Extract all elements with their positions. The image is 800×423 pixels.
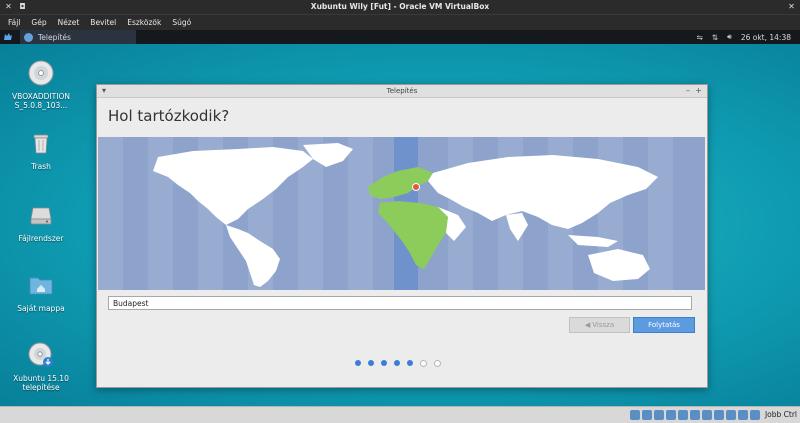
- host-key-icon[interactable]: [750, 410, 760, 420]
- menu-help[interactable]: Súgó: [172, 18, 191, 27]
- home-folder-icon: [29, 277, 53, 295]
- updown-icon[interactable]: ⇅: [712, 33, 718, 42]
- menu-devices[interactable]: Eszközök: [127, 18, 161, 27]
- desktop-icon-label: VBOXADDITIONS_5.0.8_103...: [12, 92, 70, 110]
- shared-folders-icon[interactable]: [690, 410, 700, 420]
- continent-africa: [378, 201, 448, 269]
- city-marker-icon: [412, 183, 420, 191]
- arrow-left-icon: ◀: [584, 321, 591, 329]
- drive-icon: [30, 207, 52, 225]
- close-icon[interactable]: ✕: [787, 2, 796, 11]
- menu-input[interactable]: Bevitel: [90, 18, 116, 27]
- desktop-icon-trash[interactable]: Trash: [11, 130, 71, 171]
- installer-titlebar: ▾ Telepítés – +: [97, 85, 707, 98]
- menu-file[interactable]: Fájl: [8, 18, 20, 27]
- timezone-map[interactable]: [98, 137, 705, 290]
- mouse-integration-icon[interactable]: [738, 410, 748, 420]
- city-input[interactable]: Budapest: [108, 296, 692, 310]
- step-indicator: [355, 360, 448, 367]
- taskbar-item-installer[interactable]: Telepítés: [20, 30, 136, 45]
- cd-icon: [28, 60, 54, 86]
- installer-window-title: Telepítés: [386, 87, 418, 95]
- desktop-icon-label: Fájlrendszer: [18, 234, 64, 243]
- page-title: Hol tartózkodik?: [108, 107, 230, 125]
- network-icon[interactable]: [666, 410, 676, 420]
- system-tray: ⇋ ⇅ 🔊︎ 26 okt, 14:38: [696, 30, 800, 44]
- back-button-label: Vissza: [592, 321, 615, 329]
- minimize-icon[interactable]: –: [686, 86, 690, 96]
- xfce-panel: Telepítés ⇋ ⇅ 🔊︎ 26 okt, 14:38: [0, 30, 800, 45]
- continent-australia: [588, 249, 650, 281]
- taskbar-item-label: Telepítés: [38, 32, 71, 42]
- display-icon[interactable]: [702, 410, 712, 420]
- vbox-window-title: Xubuntu Wily [Fut] - Oracle VM VirtualBo…: [310, 2, 490, 11]
- cpu-icon[interactable]: [726, 410, 736, 420]
- world-map: [98, 137, 673, 290]
- host-key-label: Jobb Ctrl: [764, 410, 797, 419]
- step-dot: [368, 360, 374, 366]
- usb-icon[interactable]: [678, 410, 688, 420]
- desktop: VBOXADDITIONS_5.0.8_103... Trash Fájlren…: [0, 44, 800, 406]
- maximize-icon[interactable]: +: [695, 86, 702, 96]
- step-dot: [381, 360, 387, 366]
- statusbar-icons: [628, 410, 760, 420]
- desktop-icon-home[interactable]: Saját mappa: [16, 272, 66, 313]
- desktop-icon-install-xubuntu[interactable]: Xubuntu 15.10 telepítése: [11, 342, 71, 392]
- menu-view[interactable]: Nézet: [58, 18, 80, 27]
- video-capture-icon[interactable]: [714, 410, 724, 420]
- install-cd-icon: [28, 342, 53, 367]
- vbox-menubar: Fájl Gép Nézet Bevitel Eszközök Súgó: [0, 14, 800, 30]
- volume-icon[interactable]: 🔊︎: [727, 32, 732, 42]
- desktop-icon-label: Trash: [31, 162, 51, 171]
- audio-icon[interactable]: [654, 410, 664, 420]
- hdd-icon[interactable]: [630, 410, 640, 420]
- continue-button[interactable]: Folytatás: [633, 317, 695, 333]
- continue-button-label: Folytatás: [648, 321, 680, 329]
- menu-machine[interactable]: Gép: [31, 18, 46, 27]
- installer-icon: [24, 32, 33, 42]
- desktop-icon-label: Xubuntu 15.10 telepítése: [13, 374, 69, 392]
- vbox-statusbar: Jobb Ctrl: [0, 406, 800, 423]
- desktop-icon-filesystem[interactable]: Fájlrendszer: [11, 202, 71, 243]
- network-icon[interactable]: ⇋: [696, 33, 702, 42]
- optical-drive-icon[interactable]: [642, 410, 652, 420]
- step-dot: [420, 360, 427, 367]
- whisker-menu-icon[interactable]: [2, 31, 14, 43]
- trash-icon: [33, 134, 49, 154]
- step-dot: [434, 360, 441, 367]
- step-dot: [355, 360, 361, 366]
- panel-clock[interactable]: 26 okt, 14:38: [741, 33, 791, 42]
- step-dot: [394, 360, 400, 366]
- back-button[interactable]: ◀ Vissza: [569, 317, 630, 333]
- continent-north-america: [153, 147, 313, 225]
- installer-window: ▾ Telepítés – + Hol tartózkodik? Budapes…: [96, 84, 708, 388]
- desktop-icon-label: Saját mappa: [17, 304, 65, 313]
- vbox-titlebar: ✕ ◘ Xubuntu Wily [Fut] - Oracle VM Virtu…: [0, 0, 800, 14]
- continent-europe: [368, 167, 433, 199]
- step-dot: [407, 360, 413, 366]
- desktop-icon-vboxadditions[interactable]: VBOXADDITIONS_5.0.8_103...: [11, 60, 71, 110]
